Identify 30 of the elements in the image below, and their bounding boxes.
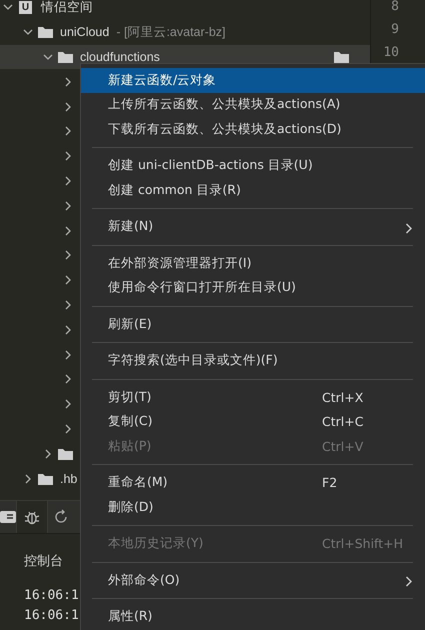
menu-item-label: 新建(N): [108, 218, 154, 236]
shortcut-label: Ctrl+C: [322, 414, 364, 430]
shortcut-label: Ctrl+X: [322, 390, 364, 405]
line-number: 9: [390, 21, 399, 39]
menu-item-label: 本地历史记录(Y): [108, 535, 204, 552]
line-number: 8: [390, 0, 399, 16]
menu-item-label: 字符搜索(选中目录或文件)(F): [108, 352, 278, 370]
menu-item-label: 创建 common 目录(R): [108, 182, 241, 199]
menu-item-label: 剪切(T): [108, 388, 152, 406]
project-icon: U: [19, 0, 32, 14]
menu-item-label: 在外部资源管理器打开(I): [108, 254, 252, 272]
menu-item-label: 新建云函数/云对象: [108, 72, 216, 89]
menu-item-label: 下载所有云函数、公共模块及actions(D): [108, 120, 342, 138]
console-line: 16:06:1: [24, 587, 79, 605]
console-line: 16:06:1: [24, 607, 79, 625]
menu-item-label: 删除(D): [108, 498, 154, 516]
menu-item-label: 创建 uni-clientDB-actions 目录(U): [108, 157, 313, 174]
menu-item-label: 外部命令(O): [108, 572, 180, 589]
menu-item-label: 粘贴(P): [108, 438, 152, 455]
menu-item-label: 上传所有云函数、公共模块及actions(A): [108, 96, 340, 114]
menu-item-label: 属性(R): [108, 608, 152, 626]
menu-item-label: 使用命令行窗口打开所在目录(U): [108, 279, 296, 296]
line-number: 10: [382, 44, 399, 62]
menu-item-label: 重命名(M): [108, 474, 168, 492]
cloud-provider-note: - [阿里云:avatar-bz]: [116, 24, 226, 41]
shortcut-label: F2: [322, 475, 338, 490]
menu-item-label: 刷新(E): [108, 316, 152, 333]
shortcut-label: Ctrl+Shift+H: [322, 536, 403, 552]
menu-item-label: 复制(C): [108, 413, 152, 430]
shortcut-label: Ctrl+V: [322, 438, 364, 454]
